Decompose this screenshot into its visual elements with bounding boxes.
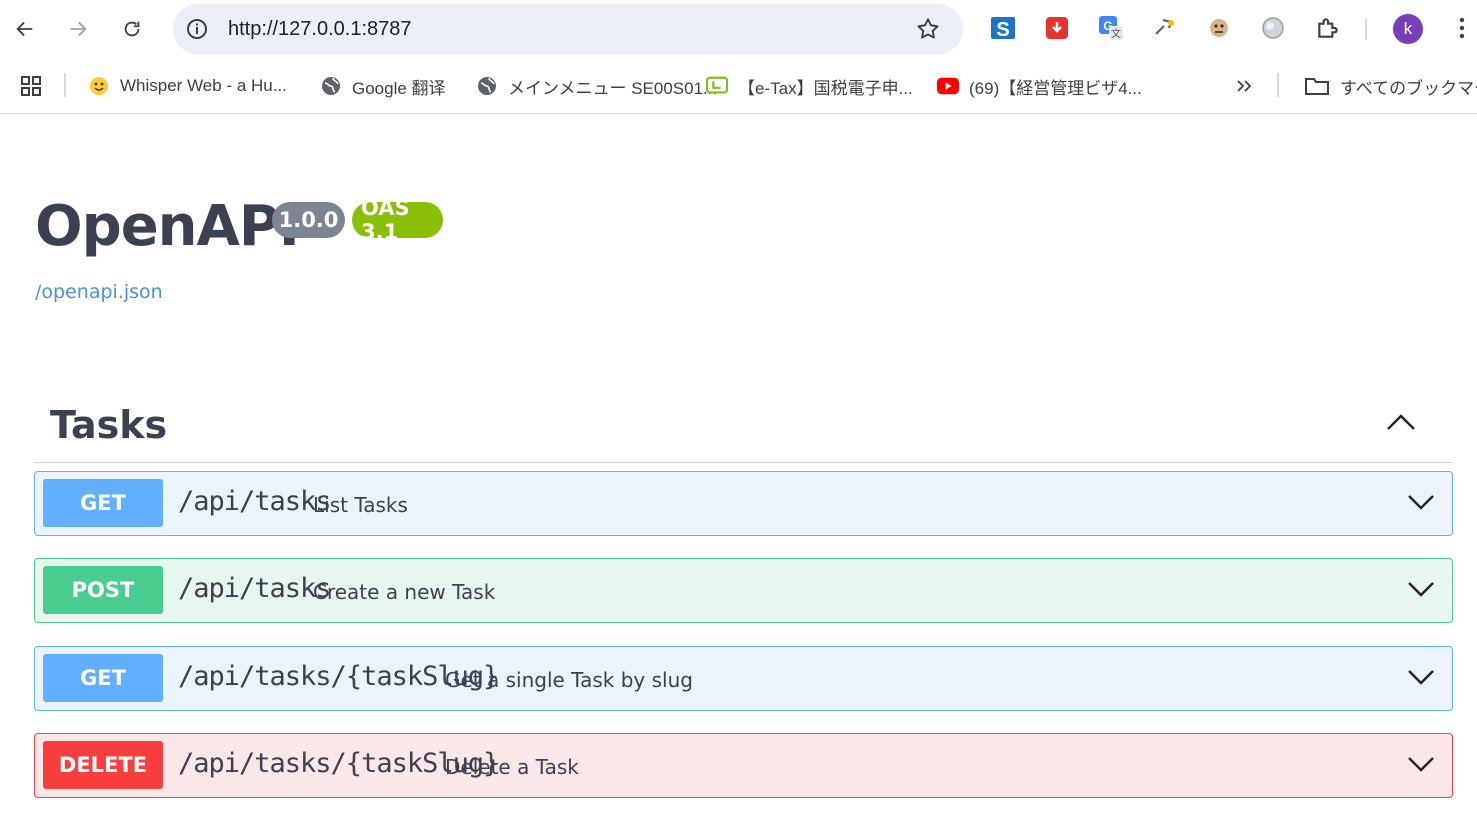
bookmark-label: メインメニュー SE00S01... — [508, 78, 718, 98]
apps-grid-icon[interactable] — [19, 73, 43, 99]
etax-icon — [706, 75, 728, 97]
reload-icon — [124, 21, 140, 37]
arrow-left-icon — [16, 21, 33, 37]
url-text: http://127.0.0.1:8787 — [228, 18, 412, 40]
bookmark-label: Google 翻译 — [352, 78, 446, 98]
chevron-up-icon[interactable] — [1385, 410, 1417, 434]
bookmarks-bar: Whisper Web - a Hu... Google 翻译 メインメニュー … — [0, 58, 1477, 114]
version-badge: 1.0.0 — [272, 202, 345, 238]
extension-circle-icon[interactable] — [1258, 13, 1288, 43]
bookmark-label: (69)【経営管理ビザ4... — [969, 78, 1142, 98]
globe-icon — [320, 75, 342, 97]
http-method-badge: POST — [43, 566, 163, 614]
extension-download-icon[interactable] — [1042, 13, 1072, 43]
chevron-down-icon[interactable] — [1406, 491, 1436, 513]
back-button[interactable] — [8, 12, 42, 46]
http-method-badge: DELETE — [43, 741, 163, 789]
reload-button[interactable] — [115, 12, 149, 46]
operation-summary: List Tasks — [313, 493, 408, 517]
svg-text:S: S — [996, 19, 1009, 41]
operation-summary: Create a new Task — [313, 580, 496, 604]
extension-s-icon[interactable]: S — [988, 13, 1018, 43]
openapi-json-link[interactable]: /openapi.json — [35, 281, 163, 303]
oas-version-badge: OAS 3.1 — [352, 196, 443, 244]
operation-get-task-by-slug[interactable]: GET /api/tasks/{taskSlug} Get a single T… — [34, 646, 1453, 711]
operation-post-tasks[interactable]: POST /api/tasks Create a new Task — [34, 558, 1453, 623]
operation-path: /api/tasks — [178, 573, 332, 604]
tag-section-header[interactable]: Tasks — [34, 398, 1453, 463]
http-method-badge: GET — [43, 479, 163, 527]
extension-puzzle-dog-icon[interactable] — [1204, 13, 1234, 43]
profile-avatar[interactable]: k — [1393, 14, 1423, 44]
toolbar-divider — [1365, 18, 1367, 40]
more-bookmarks-chevron-icon[interactable] — [1235, 73, 1253, 99]
folder-icon — [1304, 75, 1330, 97]
bookmark-item[interactable]: 【e-Tax】国税電子申... — [706, 73, 913, 99]
operation-get-tasks[interactable]: GET /api/tasks List Tasks — [34, 471, 1453, 536]
bookmark-item[interactable]: Whisper Web - a Hu... — [88, 73, 287, 99]
bookmark-label: 【e-Tax】国税電子申... — [738, 78, 913, 98]
tag-name: Tasks — [50, 403, 168, 447]
bookmarks-divider — [1277, 73, 1279, 97]
chevron-down-icon[interactable] — [1406, 666, 1436, 688]
all-bookmarks-button[interactable]: すべてのブックマーク — [1304, 73, 1477, 99]
arrow-right-icon — [70, 21, 87, 37]
menu-kebab-icon[interactable] — [1447, 13, 1477, 43]
forward-button[interactable] — [61, 12, 95, 46]
extensions-puzzle-icon[interactable] — [1313, 13, 1343, 43]
bookmark-item[interactable]: Google 翻译 — [320, 73, 446, 99]
info-icon[interactable] — [185, 17, 209, 41]
bookmark-star-icon[interactable] — [915, 16, 941, 42]
bookmark-item[interactable]: (69)【経営管理ビザ4... — [937, 73, 1142, 99]
http-method-badge: GET — [43, 654, 163, 702]
extension-translate-icon[interactable]: G文 — [1096, 13, 1126, 43]
browser-toolbar: http://127.0.0.1:8787 S G文 k — [0, 0, 1477, 58]
operation-summary: Delete a Task — [445, 755, 579, 779]
operation-path: /api/tasks — [178, 486, 332, 517]
youtube-icon — [937, 75, 959, 97]
api-title: OpenAPI — [35, 194, 300, 259]
svg-text:文: 文 — [1111, 27, 1121, 40]
operation-summary: Get a single Task by slug — [445, 668, 693, 692]
extension-tool-icon[interactable] — [1150, 13, 1180, 43]
chevron-down-icon[interactable] — [1406, 753, 1436, 775]
bookmarks-divider — [64, 73, 66, 97]
globe-icon — [476, 75, 498, 97]
bookmark-item[interactable]: メインメニュー SE00S01... — [476, 73, 717, 99]
bookmark-label: Whisper Web - a Hu... — [120, 76, 287, 95]
operation-delete-task[interactable]: DELETE /api/tasks/{taskSlug} Delete a Ta… — [34, 733, 1453, 798]
address-bar[interactable]: http://127.0.0.1:8787 — [173, 4, 963, 54]
all-bookmarks-label: すべてのブックマーク — [1340, 78, 1477, 98]
chevron-down-icon[interactable] — [1406, 578, 1436, 600]
hugging-face-icon — [88, 75, 110, 97]
profile-initial: k — [1403, 19, 1413, 38]
